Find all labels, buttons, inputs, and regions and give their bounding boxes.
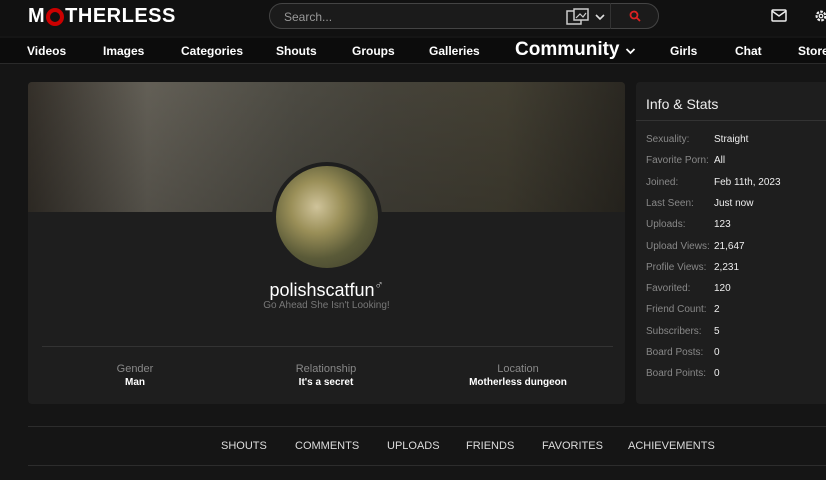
site-logo[interactable]: M THERLESS: [28, 5, 176, 28]
mail-icon[interactable]: [771, 9, 787, 22]
nav-community[interactable]: Community: [515, 39, 636, 61]
avatar[interactable]: [272, 162, 382, 272]
search-icon: [629, 10, 641, 22]
media-type-select[interactable]: [566, 8, 612, 26]
profile-tagline: Go Ahead She Isn't Looking!: [263, 300, 390, 311]
username: polishscatfun♂: [28, 278, 625, 301]
tab-uploads[interactable]: UPLOADS: [387, 440, 440, 452]
nav-galleries[interactable]: Galleries: [429, 44, 480, 58]
stat-value: 2: [714, 304, 720, 316]
nav-girls[interactable]: Girls: [670, 44, 697, 58]
stat-label: Sexuality:: [646, 134, 690, 145]
male-symbol-icon: ♂: [374, 278, 384, 292]
stat-label: Joined:: [646, 176, 679, 188]
nav-images[interactable]: Images: [103, 44, 144, 58]
gender-value: Man: [125, 377, 145, 388]
stat-value: Straight: [714, 134, 749, 145]
location-value: Motherless dungeon: [469, 377, 567, 388]
stat-label: Favorite Porn:: [646, 155, 709, 167]
nav-videos[interactable]: Videos: [27, 44, 66, 58]
stat-label: Friend Count:: [646, 304, 707, 316]
nav-categories[interactable]: Categories: [181, 44, 243, 58]
logo-o-icon: [46, 7, 65, 26]
main-nav: Videos Images Categories Shouts Groups G…: [0, 38, 826, 64]
stat-value: 2,231: [714, 261, 740, 273]
media-type-icon: [566, 8, 589, 25]
nav-store[interactable]: Store: [798, 44, 826, 58]
stat-label: Board Posts:: [646, 347, 704, 358]
search-box: [269, 3, 659, 29]
info-stats-panel: Info & Stats Sexuality: Straight Favorite …: [636, 82, 826, 404]
relationship-label: Relationship: [295, 363, 357, 375]
stat-label: Subscribers:: [646, 325, 702, 337]
search-input[interactable]: [284, 8, 554, 25]
logo-m: M: [28, 5, 46, 27]
tab-favorites[interactable]: FAVORITES: [542, 440, 603, 452]
profile-gender: Gender Man: [35, 363, 235, 388]
stat-value: 21,647: [714, 240, 745, 252]
stat-value: Feb 11th, 2023: [714, 176, 781, 188]
stat-label: Board Points:: [646, 368, 707, 380]
gender-label: Gender: [116, 363, 154, 375]
divider: [636, 120, 826, 121]
stat-value: Just now: [714, 197, 754, 209]
stat-value: 123: [714, 219, 731, 231]
divider: [42, 346, 613, 347]
stat-label: Upload Views:: [646, 240, 710, 252]
stat-value: 120: [714, 283, 731, 295]
chevron-down-icon: [625, 48, 635, 55]
stat-value: 5: [714, 325, 720, 337]
stat-label: Profile Views:: [646, 261, 707, 273]
profile-tabs: SHOUTS COMMENTS UPLOADS FRIENDS FAVORITE…: [28, 426, 826, 466]
search-button[interactable]: [610, 3, 658, 29]
profile-card: polishscatfun♂ Go Ahead She Isn't Lookin…: [28, 82, 625, 404]
profile-location: Location Motherless dungeon: [418, 363, 618, 388]
tab-achievements[interactable]: ACHIEVEMENTS: [628, 440, 715, 452]
profile-relationship: Relationship It's a secret: [226, 363, 426, 388]
location-label: Location: [497, 363, 539, 375]
nav-community-label: Community: [515, 39, 620, 60]
nav-groups[interactable]: Groups: [352, 44, 395, 58]
stat-value: 0: [714, 368, 720, 380]
stat-label: Uploads:: [646, 219, 686, 231]
chevron-down-icon: [595, 14, 605, 21]
nav-chat[interactable]: Chat: [735, 44, 762, 58]
stat-value: All: [714, 155, 726, 167]
gear-icon[interactable]: [814, 8, 826, 24]
stat-label: Favorited:: [646, 283, 691, 295]
tab-friends[interactable]: FRIENDS: [466, 440, 514, 452]
username-text: polishscatfun: [269, 280, 375, 300]
tab-comments[interactable]: COMMENTS: [295, 440, 359, 452]
stat-value: 0: [714, 347, 720, 358]
stat-label: Last Seen:: [646, 197, 694, 209]
tab-shouts[interactable]: SHOUTS: [221, 440, 267, 452]
nav-shouts[interactable]: Shouts: [276, 44, 317, 58]
logo-rest: THERLESS: [65, 5, 176, 27]
info-stats-title: Info & Stats: [646, 96, 719, 112]
top-bar: M THERLESS: [0, 0, 826, 36]
relationship-value: It's a secret: [298, 377, 354, 388]
